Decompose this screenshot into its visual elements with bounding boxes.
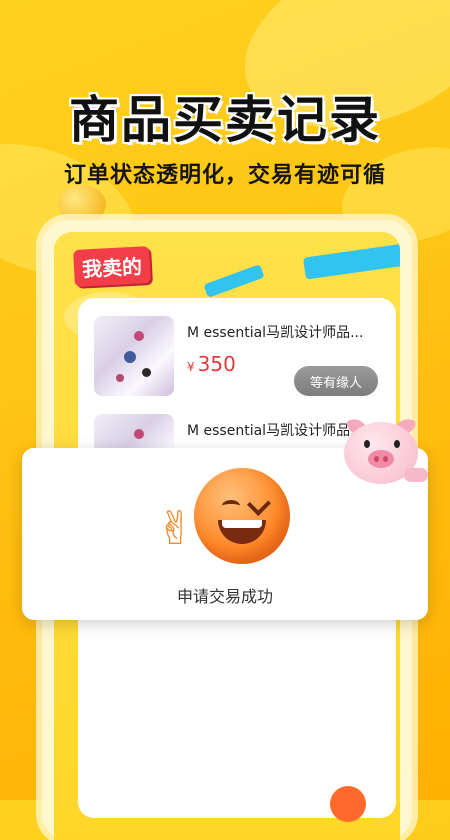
page-subline: 订单状态透明化，交易有迹可循 — [63, 163, 386, 188]
product-price: ¥350 — [187, 352, 236, 376]
price-value: 350 — [197, 352, 236, 376]
pig-mascot-icon — [338, 415, 430, 490]
price-currency: ¥ — [187, 360, 195, 374]
status-button[interactable]: 等有缘人 — [294, 366, 378, 396]
product-thumbnail[interactable] — [94, 316, 174, 396]
victory-hand-icon: ✌ — [156, 501, 195, 555]
decorative-stripe — [303, 242, 400, 280]
dialog-message: 申请交易成功 — [176, 587, 273, 606]
winking-face-icon — [194, 468, 290, 564]
decorative-stripe — [203, 264, 265, 298]
list-item[interactable]: M essential马凯设计师品... ¥350 等有缘人 — [94, 316, 394, 400]
page-headline: 商品买卖记录 — [69, 91, 381, 149]
floating-action-dot[interactable] — [330, 786, 366, 822]
product-title: M essential马凯设计师品... — [187, 325, 364, 341]
coin-decoration — [58, 185, 106, 223]
tab-sold[interactable]: 我卖的 — [73, 246, 151, 287]
